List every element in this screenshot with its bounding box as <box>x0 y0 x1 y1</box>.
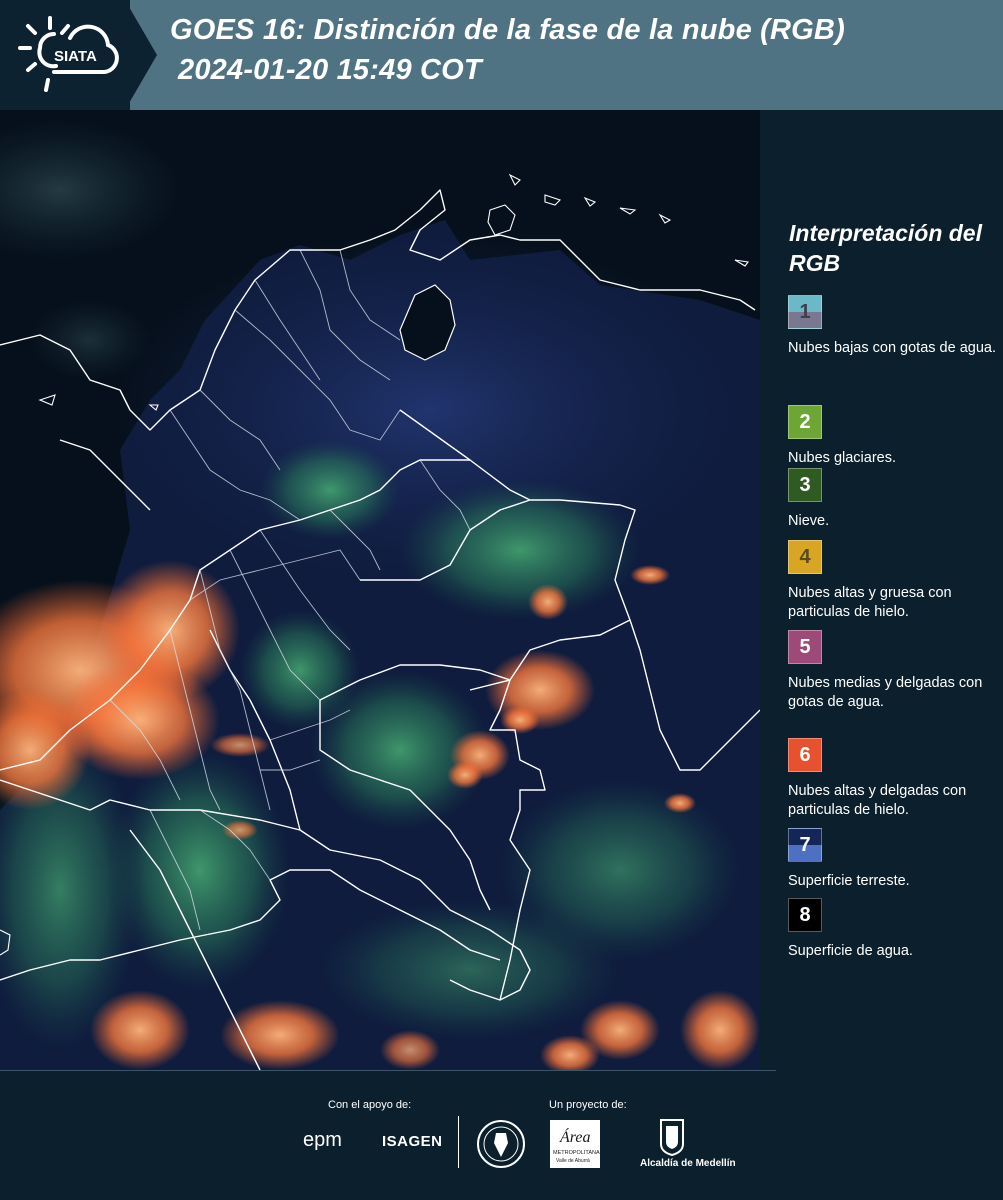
alcaldia-label: Alcaldía de Medellín <box>640 1158 736 1169</box>
legend-number: 4 <box>799 545 811 568</box>
legend-label: Nubes medias y delgadas con gotas de agu… <box>788 675 983 710</box>
footer: Con el apoyo de: Un proyecto de: epm ISA… <box>0 1070 1003 1200</box>
legend-swatch-1: 1 <box>788 295 822 329</box>
legend-label: Nieve. <box>788 513 830 529</box>
legend-swatch-2: 2 <box>788 405 822 439</box>
legend-panel: Interpretación del RGB 1 Nubes bajas con … <box>760 110 1003 1070</box>
satellite-map-svg <box>0 110 760 1070</box>
logo-block: SIATA <box>0 0 130 110</box>
legend-swatch-3: 3 <box>788 468 822 502</box>
legend-label: Superficie de agua. <box>788 943 913 959</box>
legend-number: 3 <box>799 473 811 496</box>
seal-logo-icon <box>477 1120 525 1168</box>
legend-label: Nubes glaciares. <box>788 450 896 466</box>
legend-number: 1 <box>799 300 811 323</box>
siata-logo-icon: SIATA <box>18 16 119 92</box>
legend-number: 7 <box>799 833 811 856</box>
legend-label: Nubes bajas con gotas de agua. <box>788 340 996 356</box>
isagen-logo: ISAGEN <box>382 1133 443 1150</box>
support-label: Con el apoyo de: <box>328 1099 412 1111</box>
svg-text:METROPOLITANA: METROPOLITANA <box>553 1150 600 1156</box>
page-timestamp: 2024-01-20 15:49 COT <box>178 54 482 86</box>
logo-chevron <box>125 0 157 110</box>
legend-number: 6 <box>799 743 811 766</box>
legend-swatch-8: 8 <box>788 898 822 932</box>
legend-number: 2 <box>799 410 811 433</box>
legend-title: Interpretación del RGB <box>789 220 982 276</box>
footer-divider-line <box>0 1070 776 1071</box>
page-title: GOES 16: Distinción de la fase de la nub… <box>170 14 845 46</box>
area-metropolitana-logo-icon: Área METROPOLITANA Valle de Aburrá <box>550 1120 600 1168</box>
legend-label: Superficie terreste. <box>788 873 910 889</box>
footer-vertical-divider <box>458 1116 459 1168</box>
legend-number: 5 <box>799 635 811 658</box>
satellite-image <box>0 110 760 1070</box>
legend-number: 8 <box>799 903 811 926</box>
legend-swatch-4: 4 <box>788 540 822 574</box>
epm-logo: epm <box>303 1129 342 1151</box>
svg-text:Valle de Aburrá: Valle de Aburrá <box>556 1158 590 1164</box>
legend-label: Nubes altas y delgadas con particulas de… <box>788 783 967 818</box>
svg-text:Área: Área <box>559 1127 591 1146</box>
header-bar: SIATA GOES 16: Distinción de la fase de … <box>0 0 1003 110</box>
project-label: Un proyecto de: <box>549 1099 627 1111</box>
svg-text:SIATA: SIATA <box>54 48 97 65</box>
legend-swatch-5: 5 <box>788 630 822 664</box>
legend-swatch-6: 6 <box>788 738 822 772</box>
legend-label: Nubes altas y gruesa con particulas de h… <box>788 585 952 620</box>
legend-swatch-7: 7 <box>788 828 822 862</box>
